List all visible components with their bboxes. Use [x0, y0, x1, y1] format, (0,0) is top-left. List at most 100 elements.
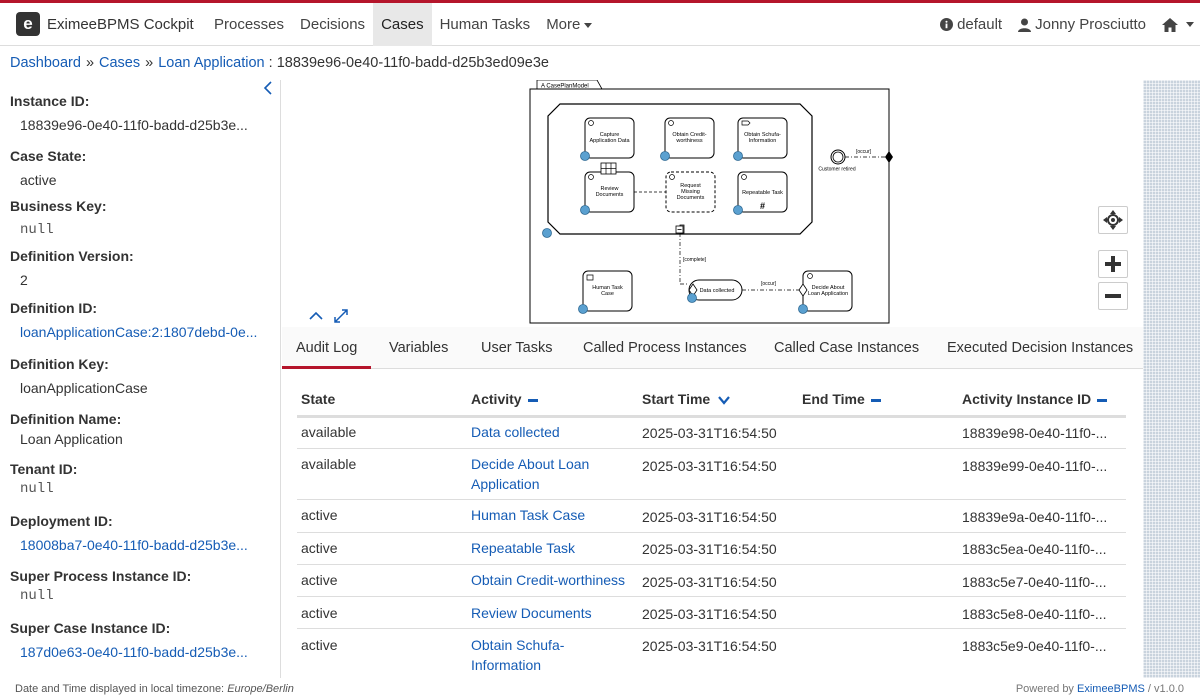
- cell-start-time: 2025-03-31T16:54:50: [642, 509, 777, 525]
- cell-activity-link[interactable]: Obtain Schufa-Information: [471, 635, 581, 675]
- task-human-task-case[interactable]: Human Task Case: [578, 270, 633, 314]
- cell-activity-link[interactable]: Repeatable Task: [471, 538, 631, 558]
- cell-state: active: [301, 507, 338, 523]
- app-title[interactable]: EximeeBPMS Cockpit: [47, 16, 194, 33]
- field-business-key: Business Key: null: [10, 198, 272, 238]
- cell-activity-link[interactable]: Obtain Credit-worthiness: [471, 570, 625, 590]
- home-menu[interactable]: [1162, 17, 1194, 32]
- cell-start-time: 2025-03-31T16:54:50: [642, 574, 777, 590]
- cell-activity-instance-id: 18839e9a-0e40-11f0-...: [962, 509, 1108, 525]
- brand-link[interactable]: EximeeBPMS: [1077, 683, 1145, 695]
- cell-state: available: [301, 456, 357, 472]
- breadcrumb-dashboard[interactable]: Dashboard: [10, 55, 81, 71]
- powered-by: Powered by EximeeBPMS / v1.0.0: [1016, 683, 1184, 695]
- tab-called-case-instances[interactable]: Called Case Instances: [774, 327, 919, 369]
- tab-called-process-instances[interactable]: Called Process Instances: [583, 327, 747, 369]
- engine-selector[interactable]: default: [940, 16, 1002, 33]
- task-decide-about-loan-application[interactable]: Decide About Loan Application: [798, 270, 853, 314]
- cell-activity-link[interactable]: Decide About Loan Application: [471, 454, 631, 494]
- cell-start-time: 2025-03-31T16:54:50: [642, 606, 777, 622]
- field-value: null: [20, 588, 54, 604]
- field-label: Tenant ID:: [10, 461, 78, 477]
- zoom-out-button[interactable]: [1098, 282, 1128, 310]
- breadcrumb-cases[interactable]: Cases: [99, 55, 140, 71]
- tab-user-tasks[interactable]: User Tasks: [481, 327, 552, 369]
- milestone-data-collected[interactable]: Data collected: [687, 279, 743, 303]
- cell-activity-link[interactable]: Human Task Case: [471, 505, 631, 525]
- tab-executed-decision-instances[interactable]: Executed Decision Instances: [947, 327, 1133, 369]
- field-label: Instance ID:: [10, 93, 90, 109]
- nav-decisions[interactable]: Decisions: [292, 3, 373, 46]
- sort-desc-icon[interactable]: [718, 396, 730, 405]
- cell-state: available: [301, 424, 357, 440]
- field-definition-id: Definition ID: loanApplicationCase:2:180…: [10, 300, 272, 340]
- col-header-label: Activity: [471, 391, 522, 407]
- field-super-case-instance-id: Super Case Instance ID: 187d0e63-0e40-11…: [10, 620, 272, 660]
- task-capture-application-data[interactable]: Capture Application Data: [580, 117, 635, 161]
- cell-activity-link[interactable]: Data collected: [471, 422, 631, 442]
- col-header-state[interactable]: State: [301, 391, 335, 407]
- cell-start-time: 2025-03-31T16:54:50: [642, 458, 777, 474]
- top-right-menu: default Jonny Prosciutto: [924, 3, 1194, 46]
- nav-human-tasks[interactable]: Human Tasks: [432, 3, 539, 46]
- deployment-id-link[interactable]: 18008ba7-0e40-11f0-badd-d25b3e...: [20, 537, 272, 553]
- super-case-instance-link[interactable]: 187d0e63-0e40-11f0-badd-d25b3e...: [20, 644, 272, 660]
- tab-audit-log[interactable]: Audit Log: [282, 327, 372, 369]
- detail-tabs: Audit Log Variables User Tasks Called Pr…: [282, 327, 1143, 369]
- field-label: Definition ID:: [10, 300, 98, 316]
- minus-icon[interactable]: [870, 398, 881, 402]
- task-request-missing-documents[interactable]: Request Missing Documents: [665, 171, 716, 213]
- cell-state: active: [301, 605, 338, 621]
- minus-icon[interactable]: [1097, 398, 1108, 402]
- field-instance-id: Instance ID: 18839e96-0e40-11f0-badd-d25…: [10, 93, 272, 133]
- main-nav: Processes Decisions Cases Human Tasks Mo…: [206, 3, 600, 46]
- expand-diagram-icon[interactable]: [332, 307, 350, 325]
- field-label: Deployment ID:: [10, 513, 113, 529]
- table-row: [297, 564, 1126, 565]
- nav-cases[interactable]: Cases: [373, 3, 432, 46]
- user-menu[interactable]: Jonny Prosciutto: [1018, 16, 1146, 33]
- powered-by-prefix: Powered by: [1015, 683, 1074, 695]
- nav-processes[interactable]: Processes: [206, 3, 292, 46]
- zoom-in-button[interactable]: [1098, 250, 1128, 278]
- definition-id-link[interactable]: loanApplicationCase:2:1807debd-0e...: [20, 324, 272, 340]
- cell-state: active: [301, 572, 338, 588]
- tab-variables[interactable]: Variables: [389, 327, 448, 369]
- field-value: Loan Application: [20, 431, 123, 447]
- col-header-end-time[interactable]: End Time: [802, 391, 881, 407]
- reset-zoom-button[interactable]: [1098, 206, 1128, 234]
- task-label: Case: [601, 291, 614, 297]
- cell-activity-instance-id: 1883c5e9-0e40-11f0-...: [962, 638, 1107, 654]
- event-listener-customer-retired[interactable]: Customer retired [occur]: [818, 149, 893, 173]
- timezone-note: Date and Time displayed in local timezon…: [15, 683, 294, 695]
- user-icon: [1018, 18, 1032, 32]
- task-obtain-credit-worthiness[interactable]: Obtain Credit- worthiness: [660, 117, 715, 161]
- col-header-start-time[interactable]: Start Time: [642, 391, 730, 407]
- task-obtain-schufa-information[interactable]: Obtain Schufa- Information: [733, 117, 788, 161]
- breadcrumb-separator: »: [145, 55, 154, 71]
- field-value: null: [20, 222, 54, 238]
- cell-state: active: [301, 637, 338, 653]
- col-header-activity-instance-id[interactable]: Activity Instance ID: [962, 391, 1108, 407]
- field-definition-key: Definition Key: loanApplicationCase: [10, 356, 272, 396]
- task-label: Repeatable Task: [742, 190, 783, 196]
- minus-icon[interactable]: [527, 398, 538, 402]
- occur-label: [occur]: [856, 149, 872, 155]
- breadcrumb-current: 18839e96-0e40-11f0-badd-d25b3ed09e3e: [276, 55, 549, 71]
- cell-activity-link[interactable]: Review Documents: [471, 603, 631, 623]
- task-repeatable-task[interactable]: Repeatable Task #: [733, 171, 788, 215]
- breadcrumb-loan-application[interactable]: Loan Application: [158, 55, 264, 71]
- milestone-label: Data collected: [700, 288, 735, 294]
- app-logo[interactable]: e: [16, 12, 40, 36]
- col-header-label: Activity Instance ID: [962, 391, 1092, 407]
- caret-down-icon: [1186, 22, 1194, 27]
- user-name: Jonny Prosciutto: [1035, 16, 1146, 33]
- caret-down-icon: [584, 22, 593, 28]
- field-label: Definition Version:: [10, 248, 134, 264]
- col-header-activity[interactable]: Activity: [471, 391, 538, 407]
- field-value: active: [20, 172, 57, 188]
- nav-more[interactable]: More: [538, 3, 600, 46]
- cmmn-diagram[interactable]: A CasePlanModel Capture Application Data…: [282, 80, 1142, 327]
- occur-label: [occur]: [761, 281, 777, 287]
- collapse-diagram-icon[interactable]: [307, 307, 325, 325]
